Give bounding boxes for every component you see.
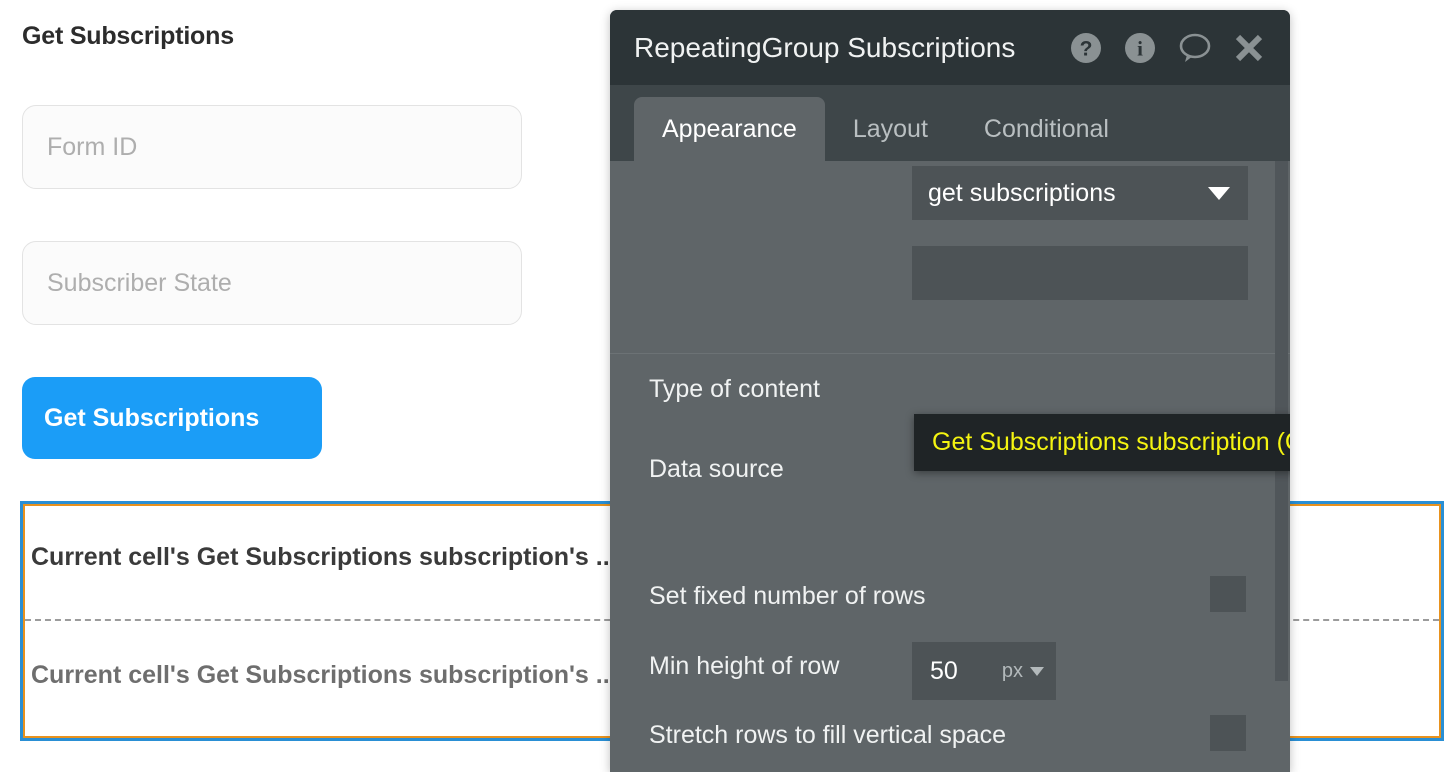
stretch-rows-label: Stretch rows to fill vertical space — [649, 720, 1007, 749]
chevron-down-icon — [1030, 666, 1044, 676]
type-of-content-dropdown[interactable]: get subscriptions — [912, 166, 1248, 220]
panel-body: Type of content get subscriptions Data s… — [610, 161, 1290, 772]
help-icon[interactable]: ? — [1068, 30, 1104, 66]
info-icon[interactable]: i — [1122, 30, 1158, 66]
stretch-rows-row: Stretch rows to fill vertical space — [610, 715, 1290, 755]
comment-icon[interactable] — [1176, 30, 1214, 66]
tab-layout[interactable]: Layout — [825, 97, 956, 161]
get-subscriptions-button[interactable]: Get Subscriptions — [22, 377, 322, 459]
panel-header-icons: ? i — [1068, 30, 1266, 66]
min-height-input[interactable]: 50 px — [912, 642, 1056, 700]
close-icon[interactable] — [1232, 31, 1266, 65]
min-height-label: Min height of row — [649, 651, 840, 680]
min-height-unit-dropdown[interactable]: px — [1002, 660, 1056, 683]
panel-title: RepeatingGroup Subscriptions — [634, 31, 1016, 63]
set-fixed-rows-row: Set fixed number of rows — [610, 576, 1290, 616]
svg-text:?: ? — [1080, 37, 1093, 60]
data-source-field[interactable] — [912, 246, 1248, 300]
repeating-group-cell-text: Current cell's Get Subscriptions subscri… — [31, 543, 617, 571]
panel-section-divider — [610, 353, 1290, 354]
form-id-placeholder: Form ID — [47, 132, 138, 161]
data-source-label: Data source — [649, 454, 784, 483]
tab-appearance[interactable]: Appearance — [634, 97, 825, 161]
property-editor-panel: RepeatingGroup Subscriptions ? i Appeara… — [610, 10, 1290, 772]
min-height-value: 50 — [930, 656, 958, 685]
repeating-group-cell-text: Current cell's Get Subscriptions subscri… — [31, 661, 617, 689]
data-source-tooltip: Get Subscriptions subscription (ConvertK… — [914, 414, 1290, 471]
set-fixed-rows-label: Set fixed number of rows — [649, 581, 926, 610]
tab-conditional[interactable]: Conditional — [956, 97, 1137, 161]
type-of-content-value: get subscriptions — [928, 178, 1116, 207]
type-of-content-row: Type of content — [610, 369, 1290, 409]
page-title: Get Subscriptions — [22, 22, 234, 50]
panel-header: RepeatingGroup Subscriptions ? i — [610, 10, 1290, 85]
svg-text:i: i — [1137, 36, 1143, 60]
subscriber-state-placeholder: Subscriber State — [47, 268, 232, 297]
subscriber-state-input[interactable]: Subscriber State — [22, 241, 522, 325]
stretch-rows-checkbox[interactable] — [1210, 715, 1246, 751]
panel-tab-bar: Appearance Layout Conditional — [610, 85, 1290, 161]
chevron-down-icon — [1208, 186, 1230, 200]
min-height-unit-label: px — [1001, 659, 1023, 682]
type-of-content-label: Type of content — [649, 374, 820, 403]
set-fixed-rows-checkbox[interactable] — [1210, 576, 1246, 612]
form-id-input[interactable]: Form ID — [22, 105, 522, 189]
